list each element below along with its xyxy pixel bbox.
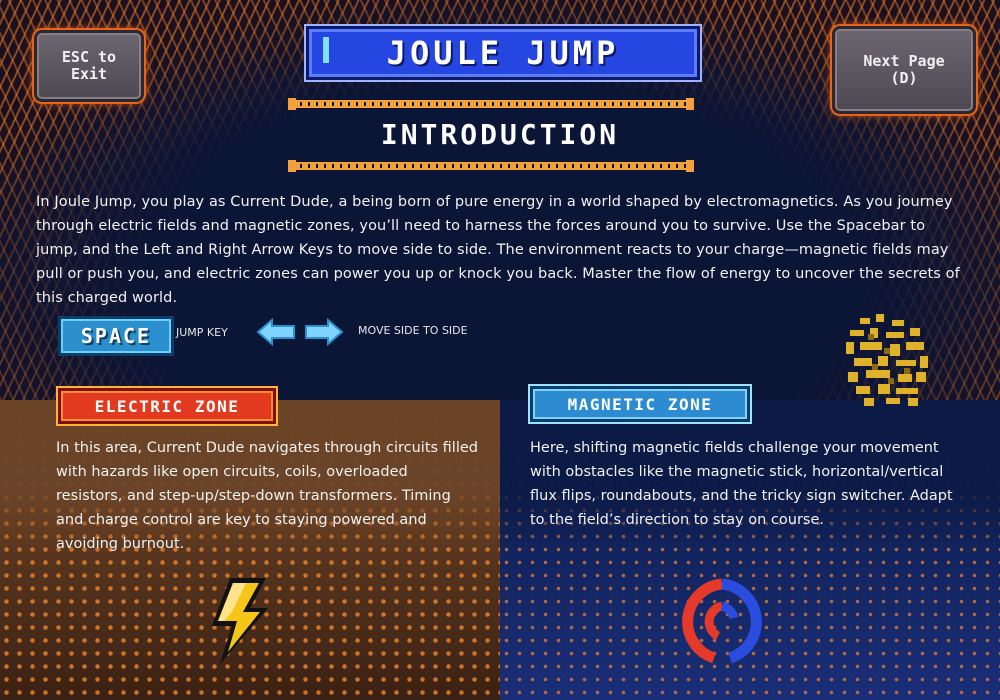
right-arrow-key-icon — [305, 318, 344, 346]
move-side-label: MOVE SIDE TO SIDE — [358, 324, 468, 337]
esc-exit-label: ESC to Exit — [61, 48, 117, 83]
next-page-label: Next Page (D) — [863, 52, 945, 87]
title-banner-accent — [323, 37, 329, 63]
heading-rule-bottom — [288, 160, 694, 172]
space-key-icon: SPACE — [58, 316, 174, 356]
esc-exit-button[interactable]: ESC to Exit — [34, 30, 144, 102]
section-heading: INTRODUCTION — [380, 118, 620, 151]
game-screen: ESC to Exit Next Page (D) JOULE JUMP INT… — [0, 0, 1000, 700]
lightning-bolt-icon — [212, 578, 268, 664]
current-dude-icon — [846, 314, 928, 406]
electric-zone-badge: ELECTRIC ZONE — [58, 388, 276, 424]
jump-key-label: JUMP KEY — [176, 326, 228, 339]
intro-paragraph: In Joule Jump, you play as Current Dude,… — [36, 194, 960, 306]
magnetic-zone-description: Here, shifting magnetic fields challenge… — [530, 440, 953, 528]
left-arrow-key-icon — [256, 318, 295, 346]
title-banner: JOULE JUMP — [306, 26, 700, 80]
game-title: JOULE JUMP — [386, 34, 620, 72]
heading-rule-top — [288, 98, 694, 110]
electric-zone-title: ELECTRIC ZONE — [94, 396, 240, 416]
magnetic-zone-badge: MAGNETIC ZONE — [530, 386, 750, 422]
magnetic-zone-title: MAGNETIC ZONE — [567, 394, 713, 414]
electric-zone-description: In this area, Current Dude navigates thr… — [56, 440, 478, 552]
space-key-label: SPACE — [80, 324, 152, 348]
next-page-button[interactable]: Next Page (D) — [832, 26, 976, 114]
magnet-icon — [682, 578, 762, 664]
